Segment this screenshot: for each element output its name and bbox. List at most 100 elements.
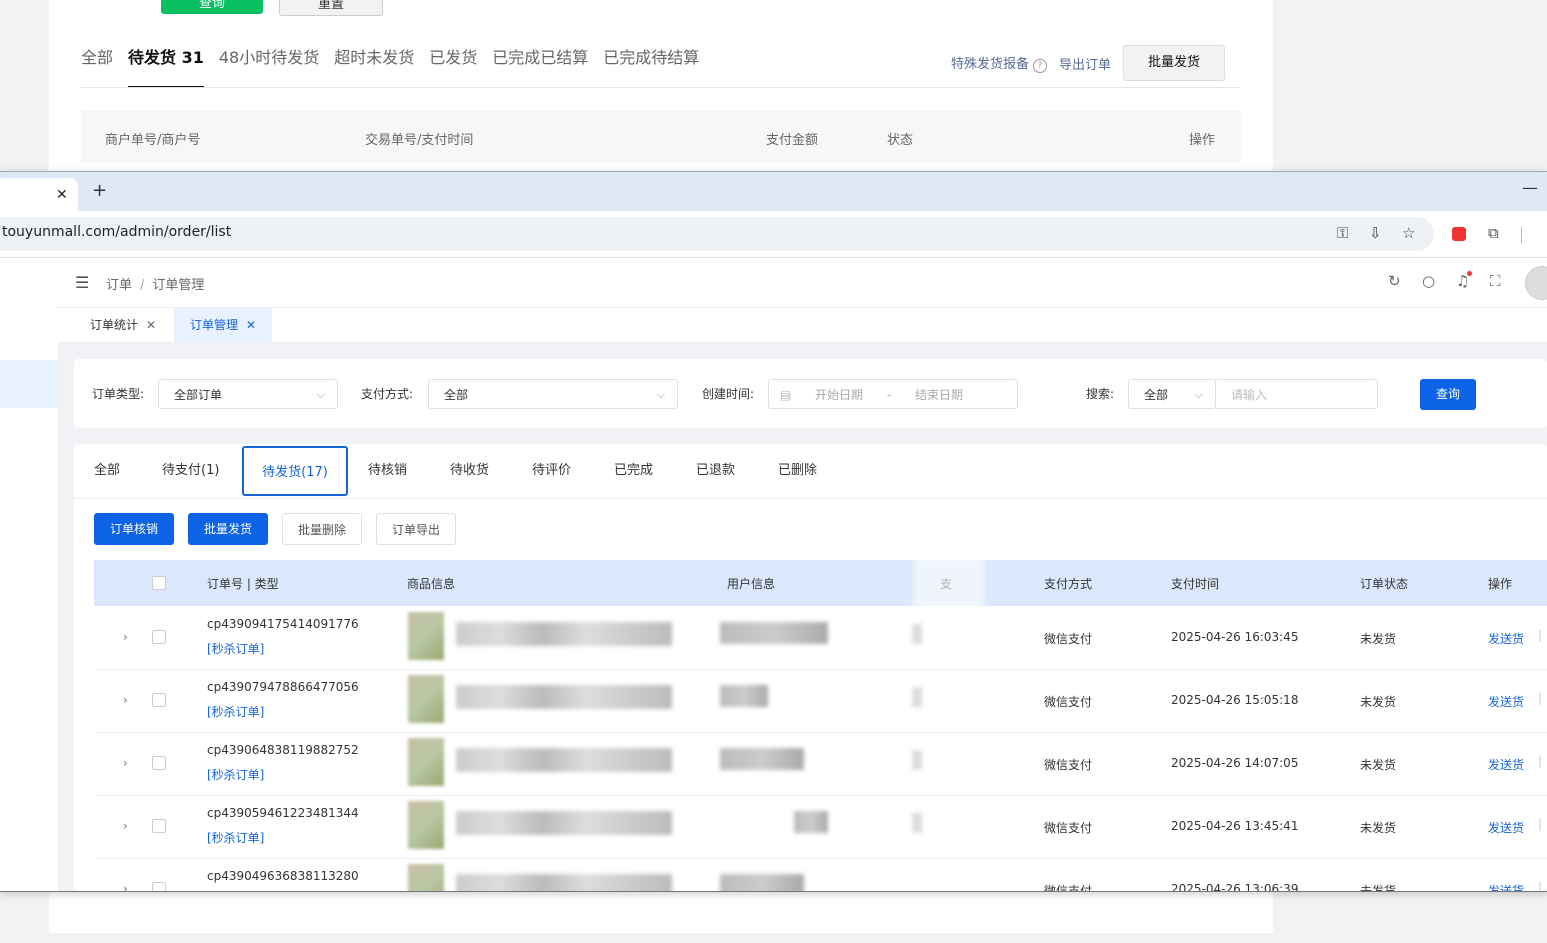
close-icon[interactable]: ✕ — [146, 318, 156, 332]
bg-actions: 特殊发货报备? 导出订单 批量发货 — [951, 45, 1226, 81]
bg-tab-done-unsettled[interactable]: 已完成待结算 — [603, 44, 699, 88]
search-icon[interactable]: ○ — [1422, 272, 1435, 290]
col-order-no: 订单号 | 类型 — [207, 577, 279, 591]
bg-batch-ship-button[interactable]: 批量发货 — [1123, 45, 1226, 81]
sidebar — [0, 258, 59, 891]
bg-export-link[interactable]: 导出订单 — [1059, 54, 1111, 73]
chevron-down-icon: ⌵ — [1194, 388, 1203, 401]
puzzle-icon[interactable]: ⧉ — [1488, 224, 1499, 242]
close-icon[interactable]: ✕ — [56, 187, 68, 203]
tab-pending-ship[interactable]: 待发货(17) — [242, 446, 348, 496]
bg-tab-pending-ship[interactable]: 待发货 31 — [128, 44, 204, 88]
ship-link[interactable]: 发送货 — [1488, 630, 1524, 647]
table-row: › cp439079478866477056 [秒杀订单] 微信支付 2025-… — [94, 669, 1547, 733]
chevron-right-icon[interactable]: › — [123, 756, 128, 770]
date-range-picker[interactable]: ▤ 开始日期 - 结束日期 — [768, 379, 1018, 409]
new-tab-icon[interactable]: + — [92, 180, 107, 201]
chevron-down-icon: ⌵ — [656, 388, 665, 401]
order-number: cp439064838119882752 — [207, 743, 359, 757]
bg-tab-divider — [81, 87, 1241, 88]
chevron-right-icon[interactable]: › — [123, 819, 128, 833]
search-scope-select[interactable]: 全部 ⌵ — [1128, 379, 1216, 409]
bg-special-report-link[interactable]: 特殊发货报备? — [951, 53, 1048, 73]
chevron-right-icon[interactable]: › — [123, 693, 128, 707]
ship-link[interactable]: 发送货 — [1488, 756, 1524, 773]
filter-card: 订单类型: 全部订单 ⌵ 支付方式: 全部 ⌵ 创建时间: ▤ 开始日期 - 结束日… — [74, 359, 1547, 428]
user-info-redacted — [720, 874, 804, 891]
chevron-down-icon: ⌵ — [316, 388, 325, 401]
order-type: [秒杀订单] — [207, 831, 265, 845]
menu-fold-icon[interactable]: ☰ — [75, 273, 89, 292]
product-thumbnail — [408, 864, 444, 891]
bg-tab-shipped[interactable]: 已发货 — [429, 44, 477, 88]
bg-tab-overdue[interactable]: 超时未发货 — [334, 44, 414, 88]
user-info-redacted — [720, 622, 828, 644]
install-icon[interactable]: ⇩ — [1369, 224, 1382, 242]
export-order-button[interactable]: 订单导出 — [376, 513, 456, 545]
start-date-input[interactable]: 开始日期 — [815, 388, 863, 402]
verify-order-button[interactable]: 订单核销 — [94, 513, 174, 545]
key-icon[interactable]: ⚿ — [1337, 224, 1348, 242]
browser-tabstrip: ✕ + — — [0, 172, 1547, 211]
ship-link[interactable]: 发送货 — [1488, 693, 1524, 710]
bg-tab-done-settled[interactable]: 已完成已结算 — [492, 44, 588, 88]
batch-ship-button[interactable]: 批量发货 — [188, 513, 268, 545]
tab-pending-review[interactable]: 待评价 — [532, 444, 571, 498]
bg-col-status: 状态 — [887, 133, 914, 148]
action-divider: | — [1538, 754, 1543, 768]
product-name-redacted — [456, 748, 672, 772]
tab-order-stats[interactable]: 订单统计 ✕ — [74, 308, 172, 342]
chevron-right-icon[interactable]: › — [123, 882, 128, 891]
tab-pending-pay[interactable]: 待支付(1) — [162, 444, 219, 498]
order-status: 未发货 — [1360, 632, 1397, 646]
product-name-redacted — [456, 874, 672, 891]
pay-method: 微信支付 — [1044, 632, 1093, 646]
url-text[interactable]: touyunmall.com/admin/order/list — [2, 224, 231, 240]
bg-query-button[interactable]: 查询 — [161, 0, 263, 14]
order-type-select[interactable]: 全部订单 ⌵ — [158, 379, 338, 409]
end-date-input[interactable]: 结束日期 — [915, 388, 963, 402]
refresh-icon[interactable]: ↻ — [1388, 272, 1401, 290]
close-icon[interactable]: ✕ — [246, 318, 256, 332]
fullscreen-icon[interactable]: ⛶ — [1490, 272, 1501, 290]
pay-method-select[interactable]: 全部 ⌵ — [428, 379, 678, 409]
row-checkbox[interactable] — [152, 693, 166, 707]
notification-dot — [1467, 271, 1472, 276]
order-number: cp439079478866477056 — [207, 680, 359, 694]
select-all-checkbox[interactable] — [152, 576, 166, 590]
tab-all[interactable]: 全部 — [94, 444, 120, 498]
minimize-icon[interactable]: — — [1522, 178, 1538, 197]
breadcrumb-item-order[interactable]: 订单 — [106, 278, 132, 293]
search-input[interactable]: 请输入 — [1215, 379, 1378, 409]
ship-link[interactable]: 发送货 — [1488, 882, 1524, 891]
query-button[interactable]: 查询 — [1420, 379, 1476, 410]
tab-pending-verify[interactable]: 待核销 — [368, 444, 407, 498]
bg-reset-button[interactable]: 重置 — [279, 0, 383, 16]
sidebar-item-active[interactable] — [0, 360, 58, 408]
main-content: 订单类型: 全部订单 ⌵ 支付方式: 全部 ⌵ 创建时间: ▤ 开始日期 - 结束日… — [58, 343, 1547, 891]
tab-deleted[interactable]: 已删除 — [778, 444, 817, 498]
star-icon[interactable]: ☆ — [1402, 224, 1415, 242]
browser-tab[interactable]: ✕ — [0, 178, 78, 211]
row-checkbox[interactable] — [152, 819, 166, 833]
tab-completed[interactable]: 已完成 — [614, 444, 653, 498]
extension-icon[interactable] — [1452, 227, 1466, 241]
browser-window: ✕ + — touyunmall.com/admin/order/list ⚿ … — [0, 171, 1547, 892]
help-icon[interactable]: ? — [1033, 59, 1048, 73]
batch-delete-button[interactable]: 批量删除 — [282, 513, 362, 545]
bg-tab-48h[interactable]: 48小时待发货 — [219, 44, 319, 88]
row-checkbox[interactable] — [152, 882, 166, 891]
action-divider: | — [1538, 817, 1543, 831]
pay-time: 2025-04-26 13:06:39 — [1171, 882, 1299, 892]
omnibox[interactable]: touyunmall.com/admin/order/list — [0, 217, 1434, 251]
ship-link[interactable]: 发送货 — [1488, 819, 1524, 836]
product-name-redacted — [456, 622, 672, 646]
tab-order-manage[interactable]: 订单管理 ✕ — [174, 308, 273, 342]
row-checkbox[interactable] — [152, 756, 166, 770]
tab-pending-receive[interactable]: 待收货 — [450, 444, 489, 498]
avatar[interactable] — [1525, 266, 1547, 300]
row-checkbox[interactable] — [152, 630, 166, 644]
chevron-right-icon[interactable]: › — [123, 630, 128, 644]
tab-refunded[interactable]: 已退款 — [696, 444, 735, 498]
bg-tab-all[interactable]: 全部 — [81, 44, 113, 88]
